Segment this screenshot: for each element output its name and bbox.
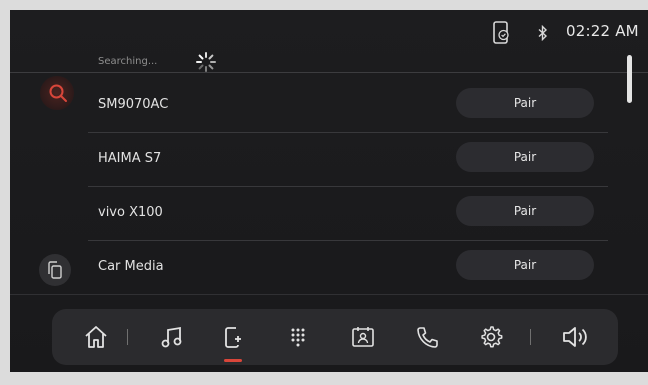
copy-icon — [48, 261, 62, 279]
device-row[interactable]: HAIMA S7 Pair — [88, 134, 608, 187]
row-divider — [88, 186, 608, 187]
pair-button[interactable]: Pair — [456, 88, 594, 118]
bluetooth-icon — [537, 24, 549, 42]
music-icon[interactable] — [159, 324, 185, 350]
search-button[interactable] — [40, 76, 74, 110]
copy-button[interactable] — [39, 254, 71, 286]
device-name: vivo X100 — [98, 205, 163, 220]
device-name: HAIMA S7 — [98, 151, 162, 166]
settings-icon[interactable] — [478, 324, 504, 350]
device-row[interactable]: Car Media Pair — [88, 242, 608, 295]
device-row[interactable]: vivo X100 Pair — [88, 188, 608, 241]
home-icon[interactable] — [83, 324, 109, 350]
scrollbar[interactable] — [627, 55, 632, 103]
pair-button[interactable]: Pair — [456, 250, 594, 280]
dock-separator — [530, 329, 531, 345]
device-name: SM9070AC — [98, 97, 169, 112]
pair-button[interactable]: Pair — [456, 142, 594, 172]
header-divider — [10, 72, 648, 73]
loading-spinner-icon — [194, 50, 218, 74]
bottom-dock — [52, 309, 618, 365]
active-indicator — [224, 359, 242, 362]
contacts-icon[interactable] — [350, 324, 376, 350]
phone-call-icon[interactable] — [414, 324, 440, 350]
row-divider — [88, 132, 608, 133]
volume-icon[interactable] — [560, 324, 587, 350]
pair-button[interactable]: Pair — [456, 196, 594, 226]
phone-link-icon[interactable] — [220, 324, 246, 350]
dock-divider — [10, 294, 648, 295]
search-icon — [49, 84, 67, 102]
row-divider — [88, 240, 608, 241]
status-bar: 02:22 AM — [10, 10, 648, 56]
dock-separator — [127, 329, 128, 345]
clock: 02:22 AM — [566, 22, 639, 40]
searching-status: Searching... — [98, 56, 158, 67]
device-name: Car Media — [98, 259, 164, 274]
apps-grid-icon[interactable] — [285, 324, 311, 350]
phone-connected-icon — [492, 21, 512, 45]
device-row[interactable]: SM9070AC Pair — [88, 80, 608, 133]
head-unit-screen: 02:22 AM Searching... SM9070AC Pair HAIM… — [10, 10, 648, 372]
